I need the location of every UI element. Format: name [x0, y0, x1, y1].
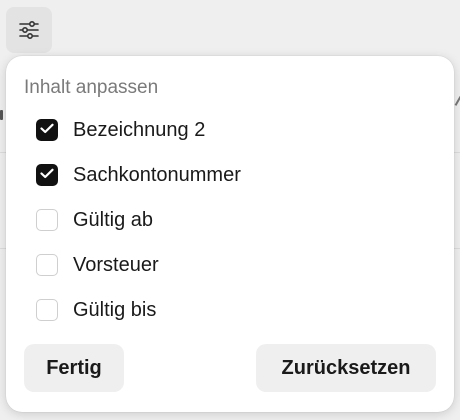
sliders-icon: [19, 21, 39, 39]
customize-content-popover: Inhalt anpassen Bezeichnung 2 Sachkonton…: [6, 56, 454, 412]
option-gueltig-ab[interactable]: Gültig ab: [36, 206, 153, 234]
option-label: Bezeichnung 2: [73, 119, 206, 141]
checkmark-icon: [40, 166, 54, 184]
sort-icon: [454, 96, 460, 106]
done-button[interactable]: Fertig: [24, 344, 124, 392]
column-settings-button[interactable]: [6, 7, 52, 53]
option-label: Vorsteuer: [73, 254, 159, 276]
checkbox[interactable]: [36, 209, 58, 231]
checkbox[interactable]: [36, 254, 58, 276]
checkbox[interactable]: [36, 299, 58, 321]
option-label: Gültig bis: [73, 299, 157, 321]
table-cell-fragment: [0, 110, 3, 120]
checkbox[interactable]: [36, 119, 58, 141]
option-vorsteuer[interactable]: Vorsteuer: [36, 251, 159, 279]
checkmark-icon: [40, 121, 54, 139]
option-bezeichnung-2[interactable]: Bezeichnung 2: [36, 116, 205, 144]
reset-button[interactable]: Zurücksetzen: [256, 344, 436, 392]
option-label: Sachkontonummer: [73, 164, 241, 186]
popover-title: Inhalt anpassen: [24, 77, 159, 98]
option-sachkontonummer[interactable]: Sachkontonummer: [36, 161, 241, 189]
option-gueltig-bis[interactable]: Gültig bis: [36, 296, 156, 324]
checkbox[interactable]: [36, 164, 58, 186]
option-label: Gültig ab: [73, 209, 154, 231]
